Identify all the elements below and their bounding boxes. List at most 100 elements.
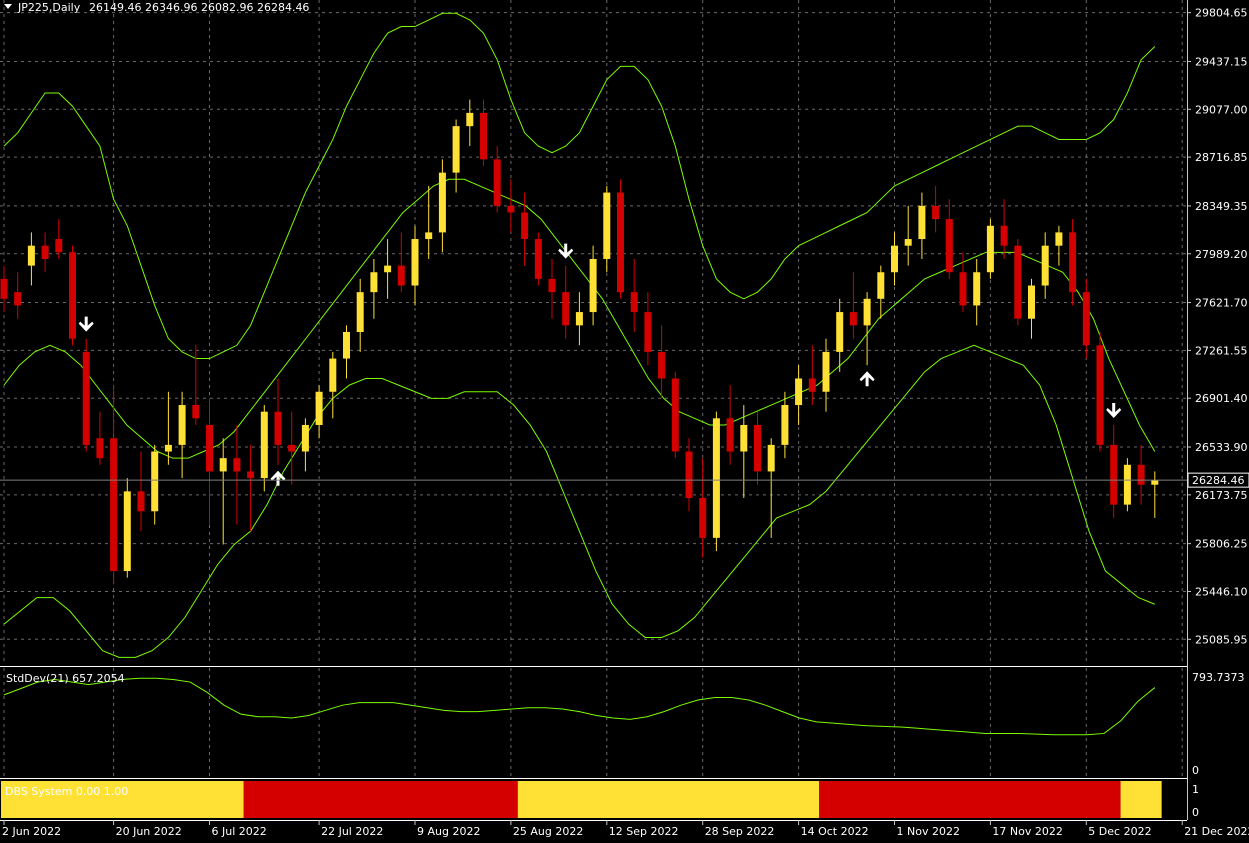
candle[interactable] [82, 338, 90, 452]
stddev-axis-top: 793.7373 [1192, 671, 1245, 684]
candle-body [891, 245, 898, 273]
candle-body [480, 112, 487, 160]
price-tick-label: 27261.55 [1195, 344, 1248, 357]
candle-body [822, 351, 830, 392]
time-tick-label: 28 Sep 2022 [705, 825, 775, 838]
candle-body [1082, 292, 1090, 346]
candle-body [466, 112, 474, 127]
dbs-segment [517, 781, 820, 818]
price-tick-label: 28716.85 [1195, 151, 1248, 164]
price-tick-label: 26901.40 [1195, 392, 1248, 405]
candle-body [808, 378, 816, 392]
time-tick-label: 20 Jun 2022 [116, 825, 182, 838]
candle-body [493, 159, 501, 206]
ohlc-label: 26149.46 26346.96 26082.96 26284.46 [89, 1, 309, 14]
candle-body [1137, 464, 1145, 485]
candle-body [754, 424, 761, 472]
time-tick-label: 1 Nov 2022 [897, 825, 960, 838]
candle-body [411, 239, 419, 286]
candle-body [27, 245, 35, 266]
candle-body [781, 405, 789, 445]
candle-body [548, 278, 556, 293]
candle-body [343, 332, 350, 359]
candle-body [986, 225, 994, 273]
candle-body [137, 491, 145, 512]
price-tick-label: 29804.65 [1195, 7, 1248, 20]
candle-body [630, 292, 638, 313]
time-tick-label: 12 Sep 2022 [609, 825, 679, 838]
candle-body [932, 205, 940, 220]
candle-body [356, 292, 364, 332]
price-tick-label: 26533.90 [1195, 441, 1248, 454]
time-tick-label: 5 Dec 2022 [1088, 825, 1151, 838]
candle-body [96, 438, 104, 459]
candle-body [1000, 225, 1008, 246]
candle-body [219, 458, 227, 472]
candle-body [617, 192, 624, 293]
candle-body [384, 265, 392, 273]
candle-body [863, 298, 871, 326]
candle-body [767, 444, 775, 472]
dbs-axis-bottom: 0 [1192, 806, 1199, 819]
candle[interactable] [1123, 458, 1131, 512]
dbs-segments [1, 781, 1162, 818]
dbs-panel[interactable]: DBS System 0.00 1.00 1 0 [1, 781, 1199, 819]
candle[interactable] [1014, 239, 1022, 326]
candle-body [1096, 345, 1104, 445]
candle-body [1110, 444, 1118, 505]
candle-body [589, 258, 597, 313]
candle-body [260, 411, 268, 479]
candle-body [945, 219, 953, 273]
candle-body [0, 278, 8, 299]
candle-body [959, 272, 967, 306]
candle-body [438, 172, 446, 233]
candle-body [397, 265, 405, 286]
candle-body [452, 126, 460, 173]
candle-body [41, 245, 49, 259]
price-tick-label: 28349.35 [1195, 200, 1248, 213]
candle[interactable] [671, 371, 679, 459]
dbs-segment [243, 781, 518, 818]
candle[interactable] [534, 232, 542, 286]
candle-body [671, 378, 679, 452]
candle[interactable] [1096, 332, 1104, 452]
candle-body [603, 192, 611, 259]
candle-body [1151, 480, 1159, 485]
candle-body [192, 405, 200, 419]
trading-chart[interactable]: 29804.65 29437.15 29077.00 28716.85 28349.35… [0, 0, 1249, 843]
price-tick-label: 26173.75 [1195, 489, 1248, 502]
candle-body [849, 312, 857, 326]
time-tick-label: 25 Aug 2022 [513, 825, 583, 838]
candle-body [1055, 232, 1063, 246]
candle[interactable] [123, 478, 131, 578]
stddev-title: StdDev(21) 657.2054 [6, 672, 125, 685]
candle-body [685, 451, 693, 498]
candle-body [1014, 245, 1022, 319]
candle-body [712, 418, 720, 538]
chart-background [0, 0, 1249, 843]
time-tick-label: 2 Jun 2022 [2, 825, 61, 838]
candle-body [233, 458, 241, 472]
candle-body [164, 444, 172, 452]
candle-body [247, 471, 255, 479]
candle-body [288, 444, 296, 452]
price-tick-label: 29077.00 [1195, 103, 1248, 116]
candle-body [534, 239, 542, 279]
candle[interactable] [69, 245, 76, 346]
time-tick-label: 6 Jul 2022 [212, 825, 267, 838]
candle-body [877, 272, 885, 299]
time-tick-label: 21 Dec 2022 [1184, 825, 1249, 838]
candle-body [1028, 285, 1035, 319]
candle[interactable] [617, 179, 624, 299]
candle[interactable] [712, 411, 720, 552]
candle-body [575, 312, 583, 326]
time-tick-label: 22 Jul 2022 [321, 825, 383, 838]
candle-body [370, 272, 378, 293]
candle[interactable] [986, 219, 994, 279]
candle-body [14, 292, 22, 306]
candle-body [329, 358, 337, 392]
candle-body [123, 491, 131, 572]
candle-body [836, 312, 844, 352]
chart-title: JP225,Daily 26149.46 26346.96 26082.96 2… [4, 1, 309, 14]
candle-body [699, 498, 707, 538]
